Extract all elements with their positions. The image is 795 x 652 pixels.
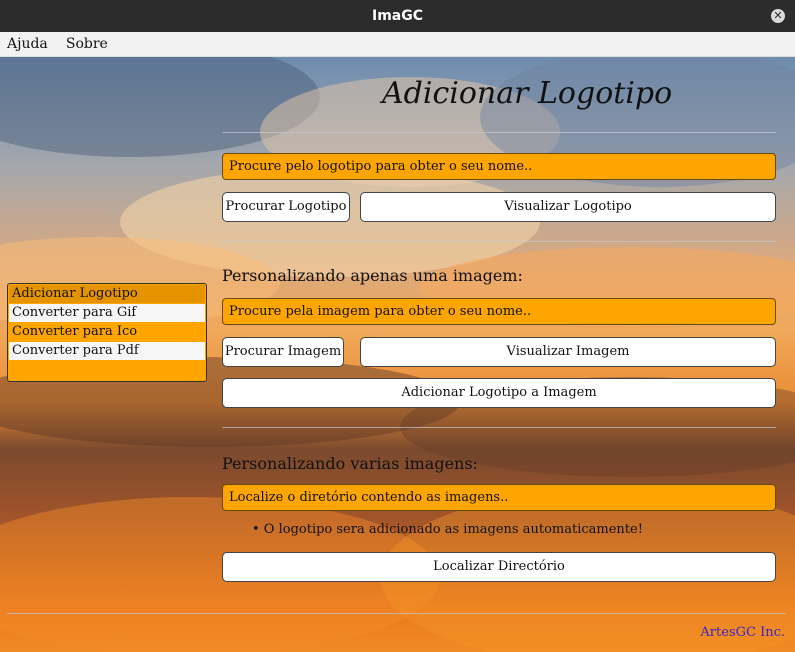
- locate-directory-button[interactable]: Localizar Directório: [222, 552, 776, 582]
- menu-item-ajuda[interactable]: Ajuda: [7, 32, 48, 56]
- footer-divider: [7, 613, 786, 614]
- single-image-heading: Personalizando apenas uma imagem:: [222, 266, 523, 285]
- auto-add-note: • O logotipo sera adicionado as imagens …: [252, 522, 643, 537]
- divider: [222, 241, 776, 242]
- menu-bar: Ajuda Sobre: [0, 32, 795, 57]
- divider: [222, 427, 776, 428]
- logo-path-field: Procure pelo logotipo para obter o seu n…: [222, 153, 776, 180]
- window-title: ImaGC: [371, 8, 423, 24]
- view-logo-button[interactable]: Visualizar Logotipo: [360, 192, 776, 222]
- footer-credit: ArtesGC Inc.: [700, 625, 785, 640]
- add-logo-to-image-button[interactable]: Adicionar Logotipo a Imagem: [222, 378, 776, 408]
- sidebar-item-converter-ico[interactable]: Converter para Ico: [9, 323, 205, 341]
- browse-image-button[interactable]: Procurar Imagem: [222, 337, 344, 367]
- sidebar-item-converter-pdf[interactable]: Converter para Pdf: [9, 342, 205, 360]
- menu-item-sobre[interactable]: Sobre: [66, 32, 108, 56]
- title-bar: ImaGC ✕: [0, 0, 795, 32]
- sidebar-list: Adicionar Logotipo Converter para Gif Co…: [7, 283, 207, 382]
- sidebar-item-adicionar-logotipo[interactable]: Adicionar Logotipo: [9, 285, 205, 303]
- image-path-field: Procure pela imagem para obter o seu nom…: [222, 298, 776, 325]
- multi-image-heading: Personalizando varias imagens:: [222, 454, 478, 473]
- page-title: Adicionar Logotipo: [382, 76, 673, 111]
- close-icon[interactable]: ✕: [771, 9, 785, 23]
- divider: [222, 132, 776, 133]
- browse-logo-button[interactable]: Procurar Logotipo: [222, 192, 350, 222]
- view-image-button[interactable]: Visualizar Imagem: [360, 337, 776, 367]
- sidebar-item-converter-gif[interactable]: Converter para Gif: [9, 304, 205, 322]
- directory-path-field: Localize o diretório contendo as imagens…: [222, 484, 776, 511]
